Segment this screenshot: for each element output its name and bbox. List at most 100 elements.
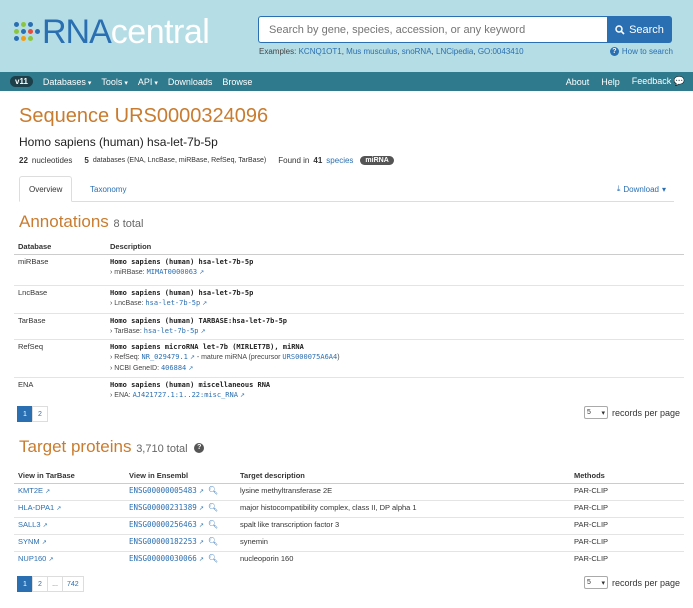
tarbase-link[interactable]: HLA-DPA1 <box>18 503 54 512</box>
example-link[interactable]: GO:0043410 <box>478 47 524 56</box>
download-dropdown[interactable]: ⤓ Download ▾ <box>617 176 666 202</box>
main-content: Sequence URS0000324096 Homo sapiens (hum… <box>0 91 693 608</box>
external-link-icon: ↗ <box>198 557 204 563</box>
tab-taxonomy[interactable]: Taxonomy <box>81 176 135 202</box>
species-link[interactable]: species <box>326 156 353 165</box>
search-icon[interactable]: 🔍︎ <box>208 520 218 529</box>
search-icon[interactable]: 🔍︎ <box>208 537 218 546</box>
annotations-heading: Annotations 8 total <box>19 212 144 231</box>
annotation-link[interactable]: hsa-let-7b-5p <box>144 327 199 335</box>
rnacentral-logo[interactable]: RNA central <box>14 12 210 52</box>
search-input[interactable] <box>258 16 607 43</box>
table-row: TarBase Homo sapiens (human) TARBASE:hsa… <box>14 313 684 340</box>
search-bar: Search <box>258 16 672 43</box>
search-icon[interactable]: 🔍︎ <box>208 554 218 563</box>
external-link-icon: ↗ <box>41 540 47 546</box>
page-subtitle: Homo sapiens (human) hsa-let-7b-5p <box>19 135 218 149</box>
ensembl-link[interactable]: ENSG00000256463 <box>129 520 197 529</box>
external-link-icon: ↗ <box>56 506 62 512</box>
example-link[interactable]: LNCipedia <box>436 47 473 56</box>
external-link-icon: ↗ <box>202 301 208 307</box>
records-per-page-select[interactable]: 5 ▾ <box>583 576 608 589</box>
speech-bubble-icon: 💬 <box>673 76 685 86</box>
chevron-down-icon: ▾ <box>601 579 605 587</box>
page-button[interactable]: 1 <box>17 406 33 422</box>
page-title: Sequence URS0000324096 <box>19 105 269 127</box>
table-row: miRBase Homo sapiens (human) hsa-let-7b-… <box>14 254 684 286</box>
annotation-link[interactable]: AJ421727.1:1..22:misc_RNA <box>133 391 238 399</box>
external-link-icon: ↗ <box>239 393 245 399</box>
column-header: Methods <box>570 468 684 484</box>
search-button-label: Search <box>629 23 664 36</box>
tarbase-link[interactable]: SALL3 <box>18 520 41 529</box>
logo-text-rna: RNA <box>42 12 112 51</box>
question-circle-icon: ? <box>609 47 619 56</box>
ensembl-link[interactable]: ENSG00000182253 <box>129 537 197 546</box>
how-to-search-link[interactable]: ? How to search <box>609 47 673 56</box>
tab-overview[interactable]: Overview <box>19 176 73 202</box>
external-link-icon: ↗ <box>199 270 205 276</box>
table-row: HLA-DPA1 ↗ ENSG00000231389 ↗ 🔍︎ major his… <box>14 500 684 518</box>
download-icon: ⤓ <box>616 184 621 193</box>
caret-down-icon: ▾ <box>661 184 666 194</box>
version-badge[interactable]: v11 <box>10 76 33 87</box>
nav-browse[interactable]: Browse <box>222 77 252 87</box>
annotation-link[interactable]: hsa-let-7b-5p <box>145 299 200 307</box>
precursor-link[interactable]: URS000075A6A4 <box>282 353 337 361</box>
external-link-icon: ↗ <box>189 355 195 361</box>
tarbase-link[interactable]: KMT2E <box>18 486 43 495</box>
column-header: Target description <box>236 468 570 484</box>
search-button[interactable]: Search <box>607 16 672 43</box>
rna-type-badge[interactable]: miRNA <box>360 156 394 165</box>
external-link-icon: ↗ <box>48 557 54 563</box>
page-button[interactable]: 2 <box>32 576 48 592</box>
table-row: NUP160 ↗ ENSG00000030066 ↗ 🔍︎ nucleoporin… <box>14 551 684 569</box>
gene-id-link[interactable]: 406884 <box>161 364 186 372</box>
targets-pagination: 1 2 ... 742 <box>17 576 84 592</box>
example-link[interactable]: snoRNA <box>402 47 432 56</box>
search-icon <box>615 24 625 35</box>
ensembl-link[interactable]: ENSG00000030066 <box>129 554 197 563</box>
site-header: RNAcentral Search Examples: KCNQ1OT1, Mu… <box>0 0 693 72</box>
external-link-icon: ↗ <box>188 366 194 372</box>
example-link[interactable]: KCNQ1OT1 <box>299 47 342 56</box>
nav-help[interactable]: Help <box>601 77 620 87</box>
tab-bar: Overview Taxonomy ⤓ Download ▾ <box>19 176 674 202</box>
tarbase-link[interactable]: SYNM <box>18 537 40 546</box>
table-row: RefSeq Homo sapiens microRNA let-7b (MIR… <box>14 339 684 378</box>
tarbase-link[interactable]: NUP160 <box>18 554 46 563</box>
table-row: ENA Homo sapiens (human) miscellaneous R… <box>14 377 684 404</box>
help-icon[interactable]: ? <box>194 442 205 453</box>
nav-about[interactable]: About <box>566 77 590 87</box>
annotations-total: 8 total <box>113 218 144 230</box>
target-proteins-table: View in TarBase View in Ensembl Target d… <box>14 468 684 569</box>
targets-records-per-page: 5 ▾ records per page <box>583 576 680 589</box>
external-link-icon: ↗ <box>198 489 204 495</box>
annotations-pagination: 1 2 <box>17 406 48 422</box>
external-link-icon: ↗ <box>45 489 51 495</box>
annotations-table: Database Description miRBase Homo sapien… <box>14 239 684 404</box>
annotation-link[interactable]: MIMAT0000063 <box>147 268 198 276</box>
records-per-page-select[interactable]: 5 ▾ <box>583 406 608 419</box>
ensembl-link[interactable]: ENSG00000231389 <box>129 503 197 512</box>
column-header: Description <box>106 239 684 255</box>
external-link-icon: ↗ <box>42 523 48 529</box>
example-link[interactable]: Mus musculus <box>346 47 397 56</box>
nav-databases[interactable]: Databases <box>43 77 92 87</box>
nav-tools[interactable]: Tools <box>101 77 127 87</box>
chevron-down-icon: ▾ <box>601 409 605 417</box>
search-icon[interactable]: 🔍︎ <box>208 503 218 512</box>
page-button[interactable]: 1 <box>17 576 33 592</box>
nav-feedback[interactable]: Feedback 💬 <box>632 76 685 87</box>
column-header: View in Ensembl <box>125 468 236 484</box>
search-examples: Examples: KCNQ1OT1, Mus musculus, snoRNA… <box>259 47 524 56</box>
target-proteins-total: 3,710 total <box>136 443 188 455</box>
page-button[interactable]: 742 <box>62 576 84 592</box>
search-icon[interactable]: 🔍︎ <box>208 486 218 495</box>
page-button[interactable]: 2 <box>32 406 48 422</box>
logo-dots-icon <box>14 19 40 45</box>
nav-downloads[interactable]: Downloads <box>168 77 213 87</box>
nav-api[interactable]: API <box>138 77 158 87</box>
ensembl-link[interactable]: ENSG00000005483 <box>129 486 197 495</box>
annotation-link[interactable]: NR_029479.1 <box>142 353 188 361</box>
